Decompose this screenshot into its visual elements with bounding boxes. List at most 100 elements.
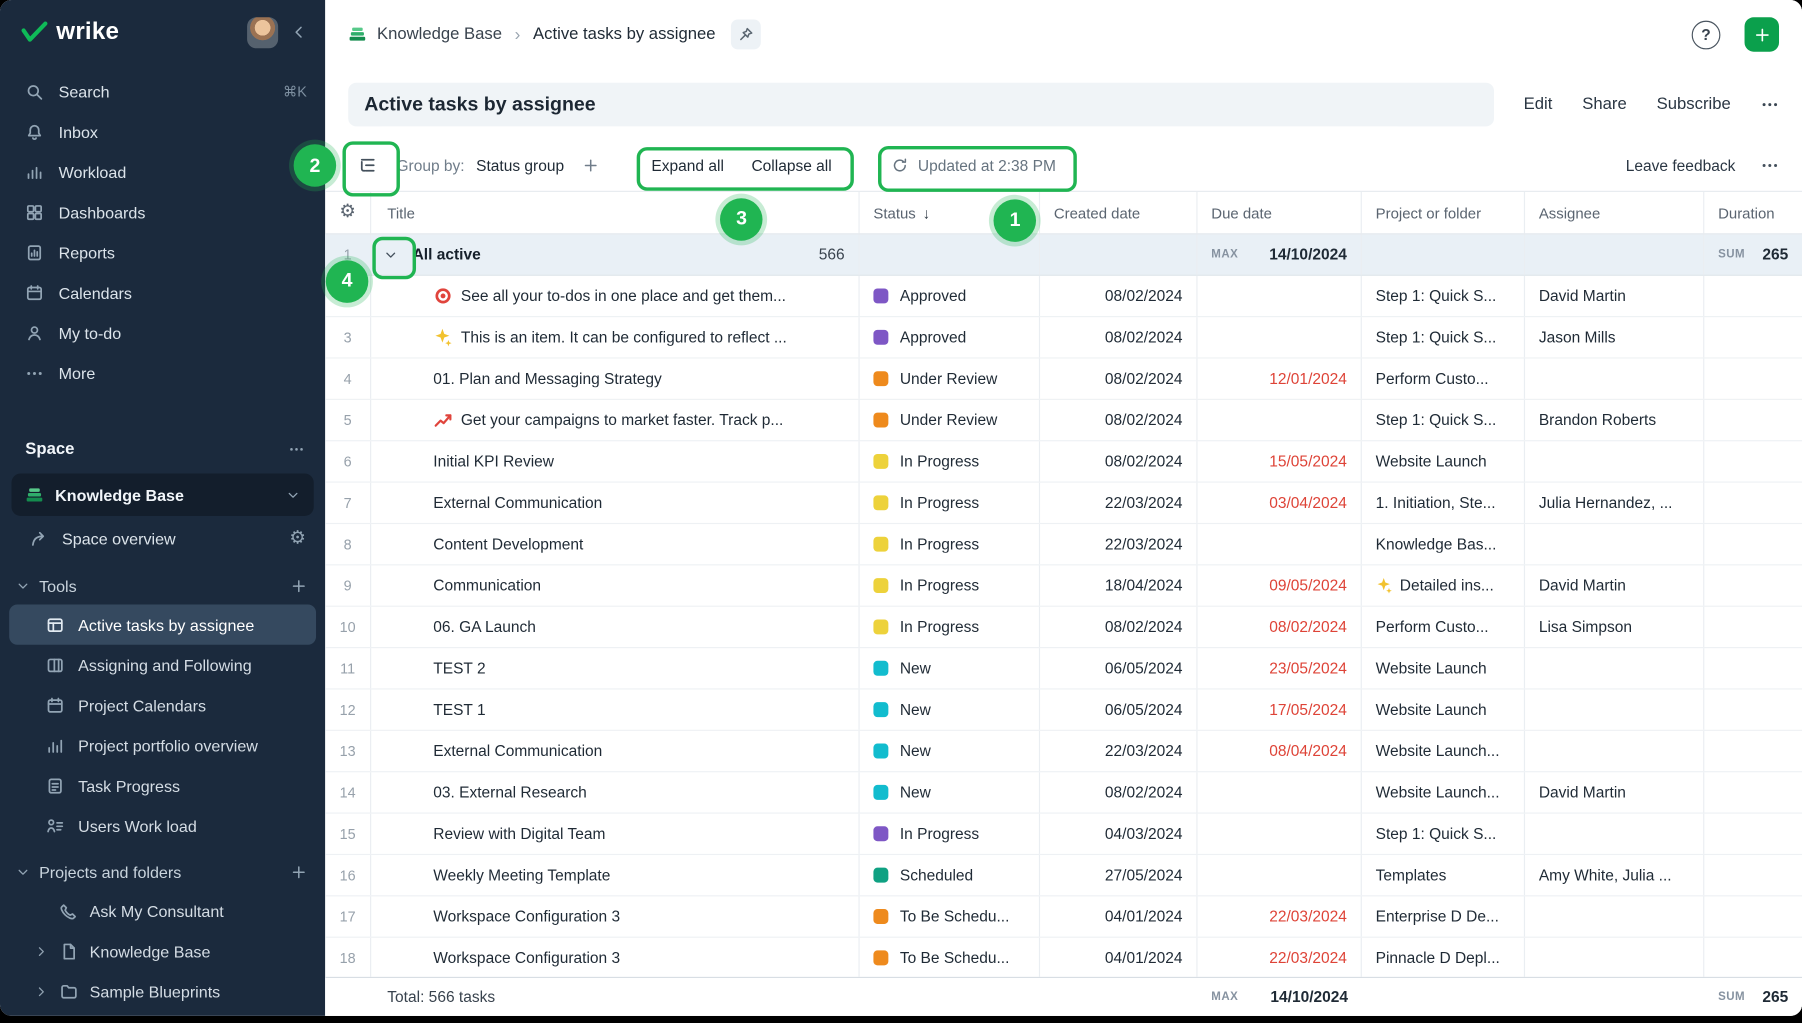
due-date-cell[interactable] xyxy=(1198,317,1362,357)
assignee-cell[interactable]: Amy White, Julia ... xyxy=(1525,855,1704,895)
due-date-cell[interactable] xyxy=(1198,524,1362,564)
toolbar-more-button[interactable] xyxy=(1761,156,1779,174)
assignee-cell[interactable]: Jason Mills xyxy=(1525,317,1704,357)
sidebar-item-reports[interactable]: Reports xyxy=(0,232,325,272)
task-status-cell[interactable]: Approved xyxy=(860,317,1040,357)
table-row[interactable]: 18 Workspace Configuration 3 To Be Sched… xyxy=(325,938,1802,977)
task-status-cell[interactable]: New xyxy=(860,690,1040,730)
sidebar-item-sample-blueprints[interactable]: Sample Blueprints xyxy=(9,971,316,1011)
breadcrumb-space[interactable]: Knowledge Base xyxy=(377,25,502,43)
edit-button[interactable]: Edit xyxy=(1524,95,1553,113)
task-title-cell[interactable]: Communication xyxy=(371,565,859,605)
add-grouping-button[interactable] xyxy=(582,157,598,173)
task-title-cell[interactable]: Workspace Configuration 3 xyxy=(371,896,859,936)
table-row[interactable]: 5 Get your campaigns to market faster. T… xyxy=(325,400,1802,441)
table-row[interactable]: 8 Content Development In Progress 22/03/… xyxy=(325,524,1802,565)
project-cell[interactable]: Pinnacle D Depl... xyxy=(1362,938,1525,977)
projects-section-header[interactable]: Projects and folders xyxy=(0,853,325,891)
subscribe-button[interactable]: Subscribe xyxy=(1657,95,1731,113)
table-settings-button[interactable]: ⚙ xyxy=(338,203,356,221)
chevron-right-icon[interactable] xyxy=(34,984,48,998)
task-title-cell[interactable]: Weekly Meeting Template xyxy=(371,855,859,895)
task-status-cell[interactable]: New xyxy=(860,648,1040,688)
task-title-cell[interactable]: Review with Digital Team xyxy=(371,814,859,854)
column-header-project[interactable]: Project or folder xyxy=(1362,192,1525,233)
due-date-cell[interactable] xyxy=(1198,400,1362,440)
task-title-cell[interactable]: External Communication xyxy=(371,483,859,523)
assignee-cell[interactable] xyxy=(1525,690,1704,730)
project-cell[interactable]: Website Launch xyxy=(1362,690,1525,730)
project-cell[interactable]: Step 1: Quick S... xyxy=(1362,317,1525,357)
sidebar-item-my-to-do[interactable]: My to-do xyxy=(0,313,325,353)
project-cell[interactable]: Templates xyxy=(1362,855,1525,895)
gear-icon[interactable]: ⚙ xyxy=(288,530,306,548)
due-date-cell[interactable]: 22/03/2024 xyxy=(1198,896,1362,936)
due-date-cell[interactable]: 09/05/2024 xyxy=(1198,565,1362,605)
add-tool-button[interactable] xyxy=(291,577,307,593)
updated-button[interactable]: Updated at 2:38 PM xyxy=(882,150,1065,181)
task-title-cell[interactable]: 01. Plan and Messaging Strategy xyxy=(371,359,859,399)
due-date-cell[interactable] xyxy=(1198,772,1362,812)
task-status-cell[interactable]: New xyxy=(860,772,1040,812)
task-status-cell[interactable]: Scheduled xyxy=(860,855,1040,895)
assignee-cell[interactable] xyxy=(1525,524,1704,564)
group-expand-chevron[interactable] xyxy=(378,242,403,267)
chevron-right-icon[interactable] xyxy=(34,944,48,958)
project-cell[interactable]: Knowledge Bas... xyxy=(1362,524,1525,564)
task-status-cell[interactable]: In Progress xyxy=(860,524,1040,564)
assignee-cell[interactable]: David Martin xyxy=(1525,565,1704,605)
task-title-cell[interactable]: TEST 1 xyxy=(371,690,859,730)
pin-button[interactable] xyxy=(730,20,760,50)
project-cell[interactable]: Website Launch xyxy=(1362,441,1525,481)
assignee-cell[interactable] xyxy=(1525,731,1704,771)
help-button[interactable]: ? xyxy=(1692,20,1721,49)
sidebar-item-users-work-load[interactable]: Users Work load xyxy=(9,806,316,846)
table-row[interactable]: 7 External Communication In Progress 22/… xyxy=(325,483,1802,524)
due-date-cell[interactable]: 23/05/2024 xyxy=(1198,648,1362,688)
due-date-cell[interactable]: 15/05/2024 xyxy=(1198,441,1362,481)
task-status-cell[interactable]: In Progress xyxy=(860,483,1040,523)
task-status-cell[interactable]: Under Review xyxy=(860,359,1040,399)
task-title-cell[interactable]: 03. External Research xyxy=(371,772,859,812)
sidebar-item-more[interactable]: More xyxy=(0,353,325,393)
user-avatar[interactable] xyxy=(247,17,278,48)
due-date-cell[interactable]: 22/03/2024 xyxy=(1198,938,1362,977)
sidebar-item-task-progress[interactable]: Task Progress xyxy=(9,765,316,805)
task-title-cell[interactable]: TEST 2 xyxy=(371,648,859,688)
task-title-cell[interactable]: Get your campaigns to market faster. Tra… xyxy=(371,400,859,440)
task-title-cell[interactable]: Initial KPI Review xyxy=(371,441,859,481)
task-status-cell[interactable]: To Be Schedu... xyxy=(860,938,1040,977)
assignee-cell[interactable]: David Martin xyxy=(1525,276,1704,316)
expand-all-button[interactable]: Expand all xyxy=(651,157,723,174)
task-title-cell[interactable]: 06. GA Launch xyxy=(371,607,859,647)
task-title-cell[interactable]: External Communication xyxy=(371,731,859,771)
column-header-due[interactable]: Due date xyxy=(1198,192,1362,233)
table-row[interactable]: 9 Communication In Progress 18/04/2024 0… xyxy=(325,565,1802,606)
project-cell[interactable]: Step 1: Quick S... xyxy=(1362,276,1525,316)
group-by-value[interactable]: Status group xyxy=(476,157,564,174)
due-date-cell[interactable] xyxy=(1198,855,1362,895)
sidebar-item-active-tasks-by-assignee[interactable]: Active tasks by assignee xyxy=(9,604,316,644)
due-date-cell[interactable] xyxy=(1198,276,1362,316)
group-rows-button[interactable] xyxy=(348,147,387,184)
sidebar-item-search[interactable]: Search ⌘K xyxy=(0,71,325,111)
leave-feedback-button[interactable]: Leave feedback xyxy=(1626,157,1736,174)
sidebar-item-ask-my-consultant[interactable]: Ask My Consultant xyxy=(9,891,316,931)
sidebar-item-project-calendars[interactable]: Project Calendars xyxy=(9,685,316,725)
sidebar-item-workload[interactable]: Workload xyxy=(0,152,325,192)
task-status-cell[interactable]: Under Review xyxy=(860,400,1040,440)
table-row[interactable]: 12 TEST 1 New 06/05/2024 17/05/2024 Webs… xyxy=(325,690,1802,731)
task-status-cell[interactable]: To Be Schedu... xyxy=(860,896,1040,936)
sidebar-item-dashboards[interactable]: Dashboards xyxy=(0,192,325,232)
assignee-cell[interactable]: David Martin xyxy=(1525,772,1704,812)
project-cell[interactable]: Perform Custo... xyxy=(1362,359,1525,399)
column-header-duration[interactable]: Duration xyxy=(1704,192,1802,233)
project-cell[interactable]: Website Launch xyxy=(1362,648,1525,688)
task-status-cell[interactable]: New xyxy=(860,731,1040,771)
project-cell[interactable]: Step 1: Quick S... xyxy=(1362,814,1525,854)
task-title-cell[interactable]: Workspace Configuration 3 xyxy=(371,938,859,977)
table-row[interactable]: 16 Weekly Meeting Template Scheduled 27/… xyxy=(325,855,1802,896)
task-status-cell[interactable]: In Progress xyxy=(860,814,1040,854)
due-date-cell[interactable]: 12/01/2024 xyxy=(1198,359,1362,399)
add-button[interactable] xyxy=(1745,17,1779,51)
